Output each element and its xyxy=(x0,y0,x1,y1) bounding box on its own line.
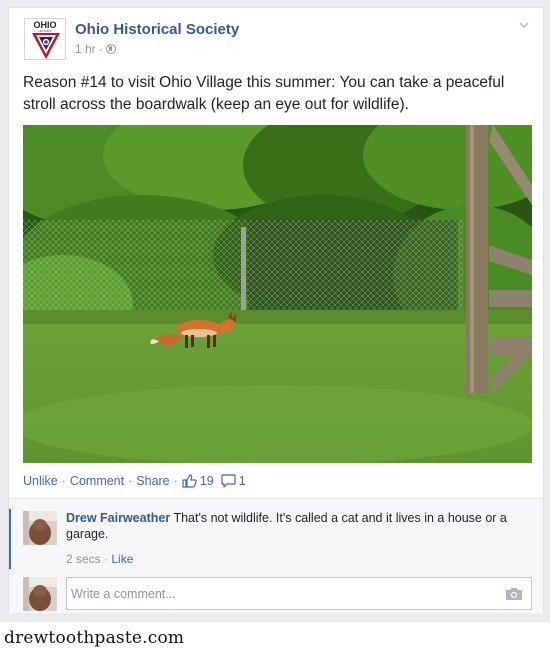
viewer-avatar[interactable] xyxy=(23,577,57,611)
commenter-photo xyxy=(23,511,57,545)
page-name-link[interactable]: Ohio Historical Society xyxy=(75,21,239,38)
likes-count[interactable]: 19 xyxy=(200,474,214,488)
post-card: OHIO HISTORY Ohio Historical Society 1 h… xyxy=(8,7,544,613)
comment-bubble-icon[interactable] xyxy=(221,474,236,488)
fox-photo-illustration xyxy=(23,125,532,463)
commenter-avatar[interactable] xyxy=(23,511,57,545)
comment-composer[interactable] xyxy=(66,577,532,610)
comment-meta-separator: · xyxy=(104,552,109,566)
post-text: Reason #14 to visit Ohio Village this su… xyxy=(23,74,505,113)
site-watermark: drewtoothpaste.com xyxy=(4,628,185,648)
comment-timestamp[interactable]: 2 secs xyxy=(66,552,101,566)
globe-icon[interactable] xyxy=(105,44,116,54)
post-actions: Unlike · Comment · Share · 19 1 xyxy=(23,474,253,488)
viewer-photo xyxy=(23,577,57,611)
thumbs-up-icon[interactable] xyxy=(182,474,197,488)
comment-input[interactable] xyxy=(67,578,497,609)
action-separator: · xyxy=(128,474,133,488)
unlike-link[interactable]: Unlike xyxy=(23,474,58,488)
comments-count[interactable]: 1 xyxy=(239,474,246,488)
page-avatar[interactable]: OHIO HISTORY xyxy=(24,18,66,60)
ohio-flag-icon xyxy=(32,33,60,59)
camera-icon[interactable] xyxy=(505,587,523,601)
feed-background: OHIO HISTORY Ohio Historical Society 1 h… xyxy=(0,0,550,622)
comment-highlight-bar xyxy=(9,509,11,569)
meta-separator: · xyxy=(98,42,103,56)
comment-link[interactable]: Comment xyxy=(70,474,124,488)
post-photo[interactable] xyxy=(23,125,532,463)
post-timestamp[interactable]: 1 hr xyxy=(75,42,96,56)
comment-author-link[interactable]: Drew Fairweather xyxy=(66,511,170,525)
comments-section: Drew Fairweather That's not wildlife. It… xyxy=(9,498,543,613)
share-link[interactable]: Share xyxy=(136,474,169,488)
action-separator: · xyxy=(61,474,66,488)
comment-meta: 2 secs · Like xyxy=(66,552,133,566)
post-meta: 1 hr · xyxy=(75,42,116,56)
action-separator: · xyxy=(173,474,178,488)
comment-body: Drew Fairweather That's not wildlife. It… xyxy=(66,510,526,542)
comment-like-link[interactable]: Like xyxy=(111,552,133,566)
chevron-down-icon[interactable] xyxy=(519,20,529,30)
